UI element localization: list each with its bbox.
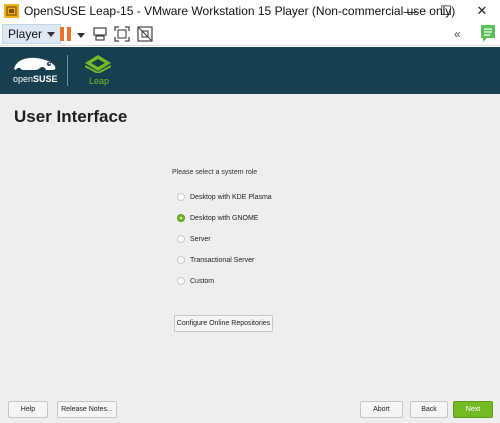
role-option-kde-plasma[interactable]: Desktop with KDE Plasma	[177, 191, 272, 203]
role-label: Desktop with KDE Plasma	[190, 193, 272, 201]
banner-divider	[67, 55, 68, 86]
back-button[interactable]: Back	[410, 401, 448, 418]
minimize-icon: —	[403, 3, 417, 19]
abort-button[interactable]: Abort	[360, 401, 403, 418]
radio-button-selected[interactable]	[177, 214, 185, 222]
vmware-app-icon	[4, 4, 19, 18]
opensuse-wordmark: openSUSE	[13, 74, 58, 84]
role-label: Custom	[190, 277, 215, 285]
brand-suffix: SUSE	[33, 74, 58, 84]
role-option-server[interactable]: Server	[177, 233, 211, 245]
close-button[interactable]: ✕	[464, 0, 500, 22]
collapse-toolbar-icon[interactable]: «	[454, 27, 461, 41]
role-option-gnome[interactable]: Desktop with GNOME	[177, 212, 258, 224]
minimize-button[interactable]: —	[392, 0, 428, 22]
radio-button[interactable]	[177, 256, 185, 264]
radio-button[interactable]	[177, 277, 185, 285]
chevron-down-icon	[47, 31, 56, 37]
pause-icon[interactable]	[60, 27, 72, 41]
opensuse-chameleon-logo	[14, 57, 56, 70]
role-option-custom[interactable]: Custom	[177, 275, 214, 287]
radio-button[interactable]	[177, 235, 185, 243]
close-icon: ✕	[476, 3, 488, 18]
brand-prefix: open	[13, 74, 34, 84]
leap-product-label: Leap	[89, 76, 110, 86]
help-button[interactable]: Help	[8, 401, 48, 418]
unity-icon[interactable]	[137, 26, 153, 42]
vmware-toolbar: Player «	[0, 22, 500, 46]
system-role-prompt: Please select a system role	[172, 169, 258, 176]
role-label: Transactional Server	[190, 256, 255, 264]
installer-header-banner: openSUSE Leap	[0, 47, 500, 94]
window-titlebar: OpenSUSE Leap-15 - VMware Workstation 15…	[0, 0, 500, 22]
player-menu-button[interactable]: Player	[2, 24, 62, 44]
fullscreen-icon[interactable]	[114, 26, 130, 42]
pause-menu-chevron-icon[interactable]	[77, 33, 85, 38]
leap-logo-icon	[85, 55, 111, 73]
radio-button[interactable]	[177, 193, 185, 201]
role-label: Desktop with GNOME	[190, 214, 259, 222]
page-title: User Interface	[14, 107, 128, 126]
installer-content: User Interface Please select a system ro…	[0, 94, 500, 423]
player-menu-label: Player	[8, 27, 43, 41]
maximize-button[interactable]: ☐	[428, 0, 464, 22]
message-icon[interactable]	[481, 25, 495, 42]
release-notes-button[interactable]: Release Notes...	[57, 401, 117, 418]
next-button[interactable]: Next	[453, 401, 493, 418]
role-option-transactional-server[interactable]: Transactional Server	[177, 254, 254, 266]
role-label: Server	[190, 235, 211, 243]
send-keys-icon[interactable]	[92, 26, 108, 42]
window-title: OpenSUSE Leap-15 - VMware Workstation 15…	[24, 4, 456, 18]
maximize-icon: ☐	[440, 3, 452, 18]
configure-online-repositories-button[interactable]: Configure Online Repositories	[174, 315, 273, 332]
